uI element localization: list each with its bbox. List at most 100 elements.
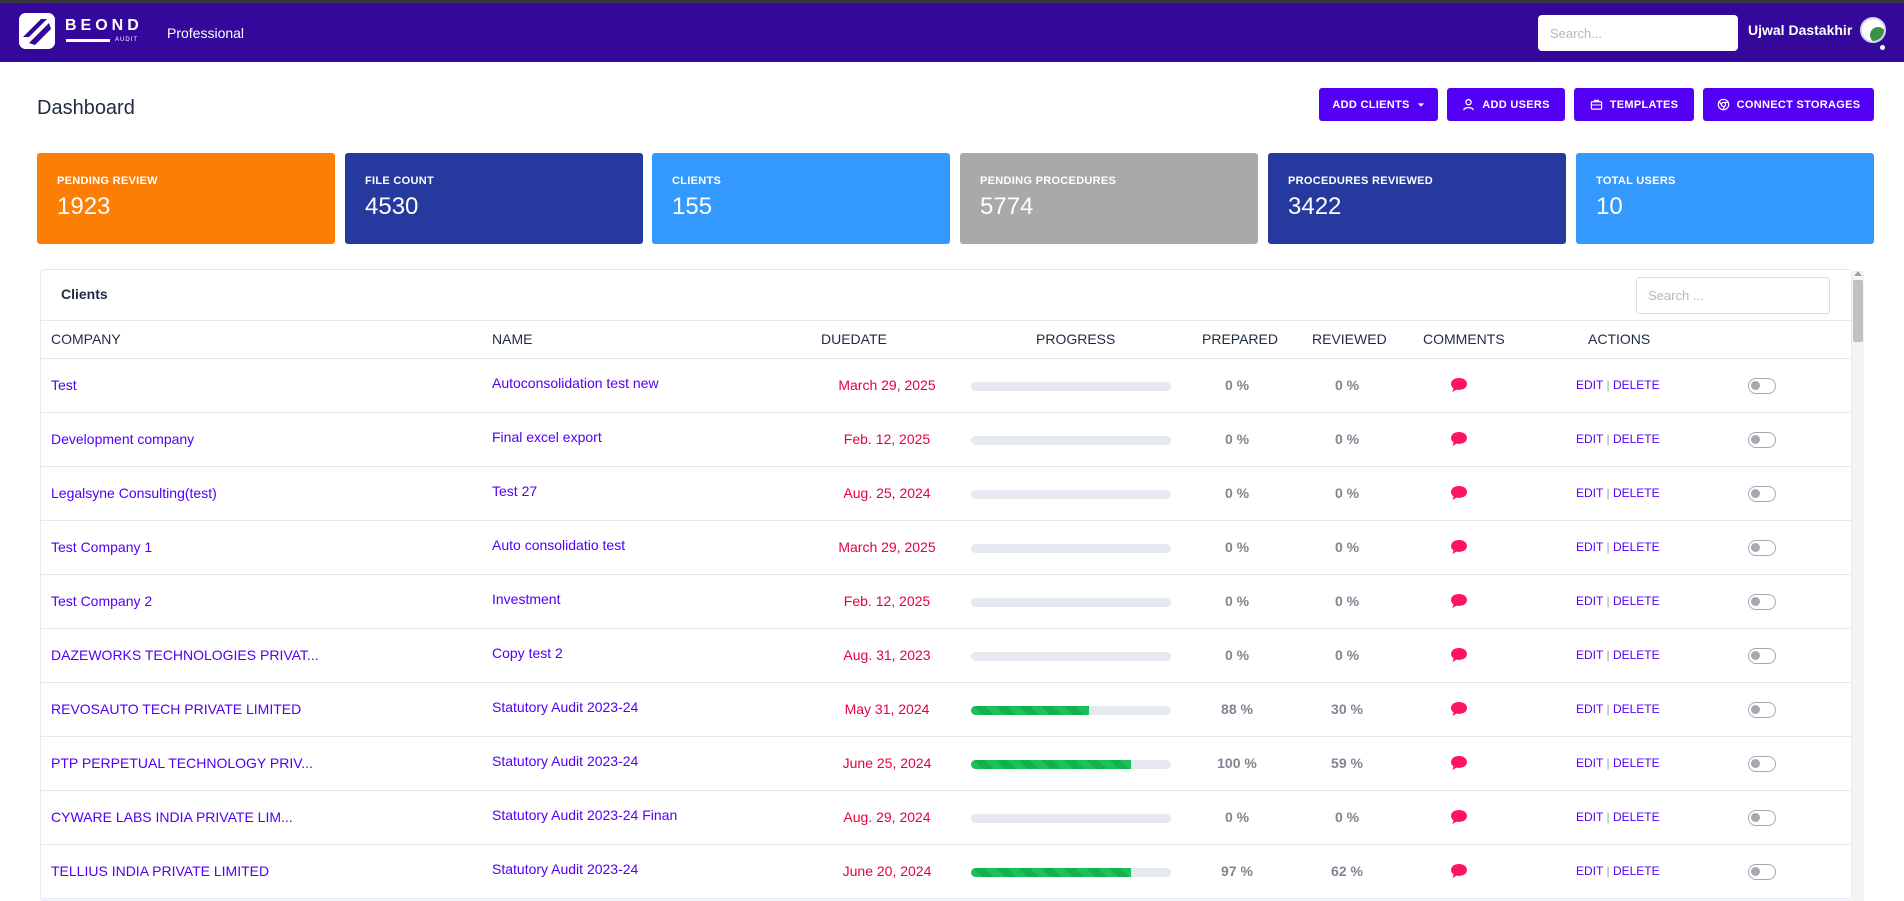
page-title: Dashboard (37, 97, 135, 119)
progress-bar (971, 706, 1171, 715)
row-toggle-switch[interactable] (1748, 702, 1776, 718)
global-search-input[interactable] (1538, 15, 1738, 51)
engagement-name-link[interactable]: Statutory Audit 2023-24 (492, 699, 638, 715)
company-link[interactable]: DAZEWORKS TECHNOLOGIES PRIVAT... (51, 647, 319, 663)
row-toggle-switch[interactable] (1748, 864, 1776, 880)
top-navbar: BEOND AUDIT Professional Ujwal Dastakhir (0, 3, 1904, 62)
column-header-duedate[interactable]: DUEDATE (821, 331, 887, 347)
edit-link[interactable]: EDIT (1576, 864, 1603, 878)
actions-separator: | (1606, 648, 1610, 662)
engagement-name-link[interactable]: Test 27 (492, 483, 537, 499)
row-toggle-switch[interactable] (1748, 810, 1776, 826)
edit-link[interactable]: EDIT (1576, 810, 1603, 824)
comment-icon[interactable] (1450, 431, 1468, 447)
stat-card[interactable]: PENDING REVIEW 1923 (37, 153, 335, 244)
edit-link[interactable]: EDIT (1576, 486, 1603, 500)
add-users-button[interactable]: ADD USERS (1447, 88, 1565, 121)
caret-down-icon (1417, 102, 1424, 107)
scrollbar-thumb[interactable] (1853, 280, 1863, 342)
engagement-name-link[interactable]: Auto consolidatio test (492, 537, 625, 553)
delete-link[interactable]: DELETE (1613, 378, 1660, 392)
delete-link[interactable]: DELETE (1613, 432, 1660, 446)
column-header-company[interactable]: COMPANY (51, 331, 121, 347)
edit-link[interactable]: EDIT (1576, 702, 1603, 716)
comment-icon[interactable] (1450, 755, 1468, 771)
reviewed-percent: 0 % (1334, 593, 1360, 609)
edit-link[interactable]: EDIT (1576, 432, 1603, 446)
comment-icon[interactable] (1450, 647, 1468, 663)
edit-link[interactable]: EDIT (1576, 594, 1603, 608)
comment-icon[interactable] (1450, 485, 1468, 501)
row-toggle-switch[interactable] (1748, 486, 1776, 502)
delete-link[interactable]: DELETE (1613, 648, 1660, 662)
delete-link[interactable]: DELETE (1613, 756, 1660, 770)
stat-card[interactable]: PENDING PROCEDURES 5774 (960, 153, 1258, 244)
comment-icon[interactable] (1450, 809, 1468, 825)
reviewed-percent: 0 % (1334, 647, 1360, 663)
connect-storages-button[interactable]: CONNECT STORAGES (1703, 88, 1874, 121)
company-link[interactable]: Test Company 1 (51, 539, 152, 555)
comment-icon[interactable] (1450, 863, 1468, 879)
column-header-name[interactable]: NAME (492, 331, 532, 347)
delete-link[interactable]: DELETE (1613, 864, 1660, 878)
row-toggle-switch[interactable] (1748, 648, 1776, 664)
delete-link[interactable]: DELETE (1613, 540, 1660, 554)
user-name[interactable]: Ujwal Dastakhir (1748, 22, 1852, 38)
engagement-name-link[interactable]: Investment (492, 591, 560, 607)
delete-link[interactable]: DELETE (1613, 594, 1660, 608)
company-link[interactable]: TELLIUS INDIA PRIVATE LIMITED (51, 863, 269, 879)
engagement-name-link[interactable]: Autoconsolidation test new (492, 375, 659, 391)
progress-bar-fill (971, 760, 1131, 769)
actions-separator: | (1606, 378, 1610, 392)
delete-link[interactable]: DELETE (1613, 702, 1660, 716)
prepared-percent: 0 % (1224, 539, 1250, 555)
stat-card[interactable]: CLIENTS 155 (652, 153, 950, 244)
row-toggle-switch[interactable] (1748, 378, 1776, 394)
stat-card[interactable]: TOTAL USERS 10 (1576, 153, 1874, 244)
column-header-progress[interactable]: PROGRESS (1036, 331, 1115, 347)
column-header-comments[interactable]: COMMENTS (1423, 331, 1505, 347)
company-link[interactable]: Legalsyne Consulting(test) (51, 485, 217, 501)
stat-card-label: CLIENTS (672, 175, 722, 187)
row-toggle-switch[interactable] (1748, 432, 1776, 448)
row-toggle-switch[interactable] (1748, 594, 1776, 610)
scroll-up-arrow-icon[interactable] (1854, 271, 1862, 276)
engagement-name-link[interactable]: Final excel export (492, 429, 602, 445)
row-actions: EDIT | DELETE (1576, 648, 1660, 662)
edit-link[interactable]: EDIT (1576, 648, 1603, 662)
comment-icon[interactable] (1450, 701, 1468, 717)
add-clients-button[interactable]: ADD CLIENTS (1319, 88, 1438, 121)
column-header-prepared[interactable]: PREPARED (1202, 331, 1278, 347)
edit-link[interactable]: EDIT (1576, 540, 1603, 554)
stat-card[interactable]: FILE COUNT 4530 (345, 153, 643, 244)
edit-link[interactable]: EDIT (1576, 378, 1603, 392)
comment-icon[interactable] (1450, 593, 1468, 609)
comment-icon[interactable] (1450, 539, 1468, 555)
stat-card[interactable]: PROCEDURES REVIEWED 3422 (1268, 153, 1566, 244)
company-link[interactable]: Test (51, 377, 77, 393)
row-toggle-switch[interactable] (1748, 756, 1776, 772)
delete-link[interactable]: DELETE (1613, 486, 1660, 500)
avatar-icon[interactable] (1860, 17, 1886, 43)
column-header-reviewed[interactable]: REVIEWED (1312, 331, 1387, 347)
logo-icon[interactable] (19, 13, 55, 49)
engagement-name-link[interactable]: Statutory Audit 2023-24 (492, 861, 638, 877)
clients-search-input[interactable] (1636, 277, 1830, 314)
user-icon (1463, 98, 1475, 111)
company-link[interactable]: REVOSAUTO TECH PRIVATE LIMITED (51, 701, 301, 717)
scrollbar-track[interactable] (1852, 271, 1864, 901)
delete-link[interactable]: DELETE (1613, 810, 1660, 824)
engagement-name-link[interactable]: Copy test 2 (492, 645, 563, 661)
add-users-label: ADD USERS (1482, 98, 1550, 111)
edit-link[interactable]: EDIT (1576, 756, 1603, 770)
templates-button[interactable]: TEMPLATES (1574, 88, 1694, 121)
row-toggle-switch[interactable] (1748, 540, 1776, 556)
company-link[interactable]: CYWARE LABS INDIA PRIVATE LIM... (51, 809, 293, 825)
engagement-name-link[interactable]: Statutory Audit 2023-24 (492, 753, 638, 769)
company-link[interactable]: Test Company 2 (51, 593, 152, 609)
stat-card-value: 3422 (1288, 193, 1342, 220)
company-link[interactable]: Development company (51, 431, 194, 447)
comment-icon[interactable] (1450, 377, 1468, 393)
company-link[interactable]: PTP PERPETUAL TECHNOLOGY PRIV... (51, 755, 313, 771)
engagement-name-link[interactable]: Statutory Audit 2023-24 Finan (492, 807, 677, 823)
